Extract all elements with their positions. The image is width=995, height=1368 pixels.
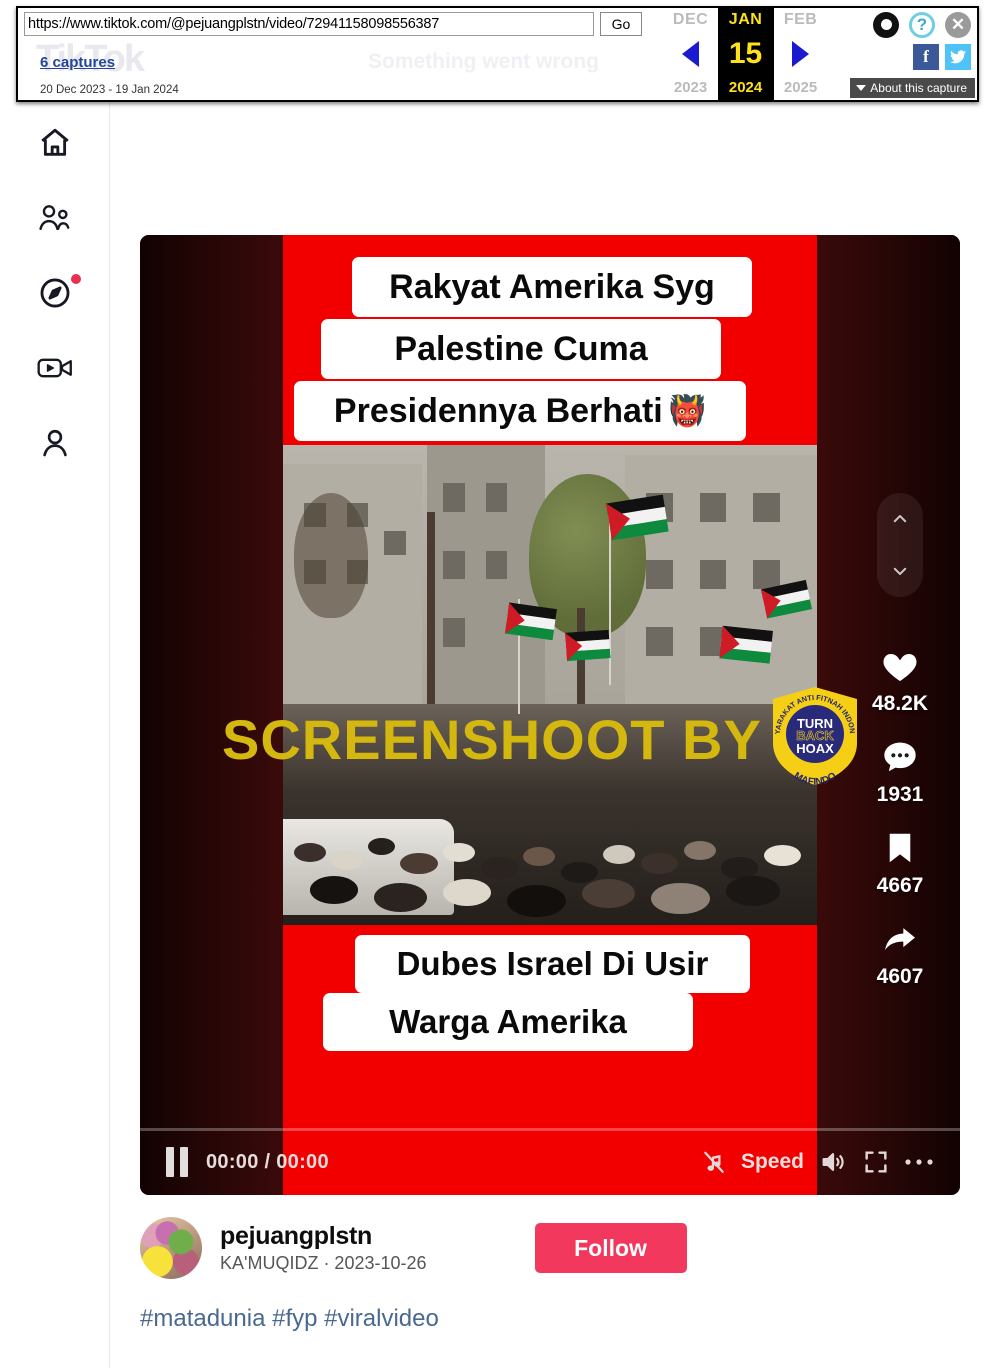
friends-icon	[37, 203, 73, 233]
fullscreen-icon[interactable]	[862, 1148, 890, 1176]
bookmark-button[interactable]: 4667	[876, 825, 924, 898]
account-icon[interactable]	[873, 12, 899, 38]
go-button[interactable]: Go	[600, 12, 642, 36]
share-count: 4607	[876, 965, 924, 988]
month-current-column[interactable]: JAN 15 2024	[717, 8, 774, 100]
volume-on-icon[interactable]	[818, 1148, 848, 1176]
sidebar-item-friends[interactable]	[27, 197, 83, 239]
notification-dot	[70, 274, 81, 284]
video-frame: Rakyat Amerika Syg Palestine Cuma Presid…	[283, 235, 817, 1195]
about-this-capture-button[interactable]: About this capture	[850, 78, 975, 98]
video-overlay-bottom-line-2: Warga Amerika	[323, 993, 693, 1051]
wayback-url-row: Go	[24, 12, 642, 36]
comment-button[interactable]: 1931	[876, 734, 924, 807]
home-icon	[38, 126, 72, 160]
video-scroll-controls[interactable]	[877, 493, 923, 597]
about-this-capture-label: About this capture	[870, 81, 967, 95]
chevron-down-icon[interactable]	[891, 562, 909, 580]
crowd	[283, 714, 817, 925]
help-icon[interactable]: ?	[909, 12, 935, 38]
video-player-card[interactable]: Rakyat Amerika Syg Palestine Cuma Presid…	[140, 235, 960, 1195]
day-current-label: 15	[728, 37, 763, 70]
video-overlay-text-line-3-label: Presidennya Berhati	[333, 391, 663, 430]
prev-capture-arrow[interactable]	[682, 41, 700, 67]
close-icon[interactable]: ✕	[945, 12, 971, 38]
like-button[interactable]: 48.2K	[872, 643, 928, 716]
sidebar-item-live[interactable]	[27, 347, 83, 389]
video-left-rail	[140, 235, 283, 1195]
month-prev-label: DEC	[672, 11, 709, 28]
month-current-label: JAN	[728, 11, 763, 28]
more-options-icon[interactable]	[904, 1157, 934, 1167]
sidebar-item-home[interactable]	[27, 122, 83, 164]
author-username[interactable]: pejuangplstn	[220, 1222, 427, 1251]
video-overlay-text-line-2: Palestine Cuma	[321, 319, 721, 379]
live-video-icon	[36, 354, 74, 382]
tiktok-page: Rakyat Amerika Syg Palestine Cuma Presid…	[0, 100, 995, 1368]
wayback-right-section: ? ✕ f About this capture	[827, 8, 977, 100]
year-current-label: 2024	[728, 79, 763, 96]
heart-icon	[877, 643, 923, 689]
sidebar-item-profile[interactable]	[27, 422, 83, 464]
left-sidebar	[0, 100, 110, 1368]
page-error-message: Something went wrong	[368, 50, 599, 73]
avatar[interactable]	[140, 1217, 202, 1279]
wayback-social-row: f	[913, 44, 971, 70]
wayback-machine-toolbar: TikTok Something went wrong Go 6 capture…	[16, 6, 979, 102]
facebook-icon[interactable]: f	[913, 44, 939, 70]
month-next-label: FEB	[783, 11, 818, 28]
bookmark-icon	[877, 825, 923, 871]
comment-count: 1931	[876, 783, 924, 806]
main-content: Rakyat Amerika Syg Palestine Cuma Presid…	[110, 100, 995, 1368]
chevron-down-icon	[856, 85, 867, 91]
video-controls-bar: 00:00 / 00:00 Speed	[140, 1129, 960, 1195]
devil-emoji: 👹	[668, 394, 707, 428]
sidebar-item-explore[interactable]	[27, 272, 83, 314]
url-input[interactable]	[24, 12, 594, 36]
author-meta: pejuangplstn KA'MUQIDZ · 2023-10-26	[220, 1222, 427, 1274]
playback-speed-button[interactable]: Speed	[741, 1150, 804, 1174]
palestinian-flag	[565, 629, 611, 662]
video-overlay-bottom-line-1: Dubes Israel Di Usir	[355, 935, 750, 993]
pause-button[interactable]	[166, 1147, 192, 1177]
author-row: pejuangplstn KA'MUQIDZ · 2023-10-26 Foll…	[140, 1210, 820, 1286]
chevron-up-icon[interactable]	[891, 510, 909, 528]
bookmark-count: 4667	[876, 874, 924, 897]
share-button[interactable]: 4607	[876, 916, 924, 989]
year-next-label: 2025	[783, 79, 818, 96]
explore-compass-icon	[38, 276, 72, 310]
video-overlay-text-line-1: Rakyat Amerika Syg	[352, 257, 752, 317]
music-note-off-icon[interactable]	[701, 1147, 727, 1177]
twitter-icon[interactable]	[945, 44, 971, 70]
like-count: 48.2K	[871, 692, 929, 715]
video-timecode: 00:00 / 00:00	[206, 1150, 329, 1173]
wayback-left-section: TikTok Something went wrong Go 6 capture…	[18, 8, 664, 100]
palestinian-flag	[719, 625, 773, 665]
video-action-rail: 48.2K 1931 4667 4607	[854, 493, 946, 1007]
wayback-date-navigator: DEC 2023 JAN 15 2024 FEB 2025	[663, 8, 828, 100]
wayback-icon-row: ? ✕	[873, 12, 971, 38]
profile-person-icon	[39, 427, 71, 459]
month-prev-column[interactable]: DEC 2023	[663, 8, 718, 100]
video-scene-image	[283, 445, 817, 925]
comment-bubble-icon	[877, 734, 923, 780]
year-prev-label: 2023	[673, 79, 708, 96]
video-overlay-text-line-3: Presidennya Berhati 👹	[294, 381, 746, 441]
next-capture-arrow[interactable]	[792, 41, 810, 67]
tree	[293, 493, 369, 618]
author-nickname-and-date: KA'MUQIDZ · 2023-10-26	[220, 1253, 427, 1273]
month-next-column[interactable]: FEB 2025	[773, 8, 828, 100]
follow-button[interactable]: Follow	[534, 1223, 687, 1273]
caption-hashtags[interactable]: #matadunia #fyp #viralvideo	[140, 1305, 439, 1333]
captures-link[interactable]: 6 captures	[40, 54, 115, 71]
share-arrow-icon	[877, 916, 923, 962]
capture-date-range: 20 Dec 2023 - 19 Jan 2024	[40, 84, 179, 96]
